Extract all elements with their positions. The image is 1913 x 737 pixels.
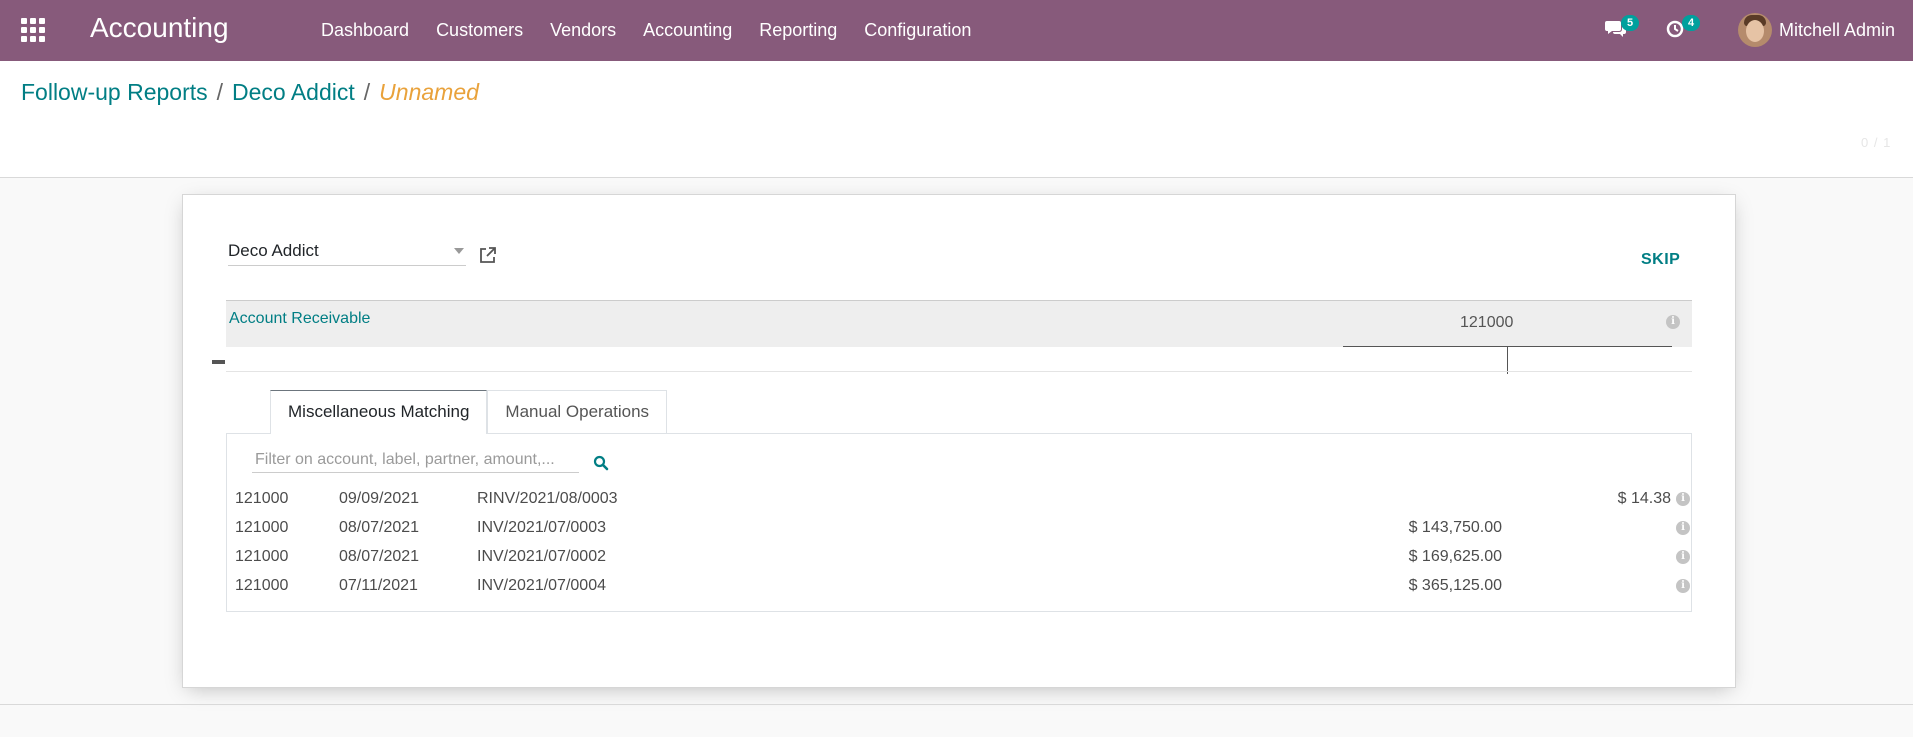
skip-button[interactable]: SKIP	[1641, 251, 1680, 269]
line-date: 08/07/2021	[339, 548, 420, 565]
menu-item-vendors[interactable]: Vendors	[550, 20, 616, 41]
partner-select-value: Deco Addict	[228, 241, 319, 260]
reconciliation-sheet: Deco Addict SKIP Account Receivable 1210…	[182, 194, 1736, 688]
menu-item-reporting[interactable]: Reporting	[759, 20, 837, 41]
partner-select[interactable]: Deco Addict	[228, 241, 466, 266]
info-icon[interactable]: i	[1676, 521, 1690, 535]
table-row[interactable]: 121000 08/07/2021 INV/2021/07/0003 $ 143…	[227, 516, 1693, 540]
info-icon[interactable]: i	[1676, 550, 1690, 564]
line-date: 08/07/2021	[339, 519, 420, 536]
line-label: INV/2021/07/0003	[477, 519, 606, 536]
line-date: 07/11/2021	[339, 577, 418, 594]
control-panel: Follow-up Reports / Deco Addict / Unname…	[0, 61, 1913, 178]
line-label: INV/2021/07/0004	[477, 577, 606, 594]
line-date: 09/09/2021	[339, 490, 420, 507]
matching-tabs: Miscellaneous Matching Manual Operations	[270, 390, 668, 434]
line-debit: $ 143,750.00	[1408, 519, 1502, 536]
bottom-divider	[0, 704, 1913, 705]
tab-miscellaneous-matching[interactable]: Miscellaneous Matching	[270, 390, 488, 434]
info-icon[interactable]: i	[1666, 315, 1680, 329]
messages-count-badge: 5	[1621, 15, 1640, 31]
minus-icon[interactable]	[212, 360, 225, 364]
activities-count-badge: 4	[1682, 15, 1701, 31]
table-row[interactable]: 121000 08/07/2021 INV/2021/07/0002 $ 169…	[227, 545, 1693, 569]
tab-manual-operations[interactable]: Manual Operations	[487, 390, 668, 433]
line-account: 121000	[235, 519, 289, 536]
menu-item-dashboard[interactable]: Dashboard	[321, 20, 409, 41]
account-receivable-row[interactable]: Account Receivable 121000 i	[226, 300, 1692, 347]
user-avatar[interactable]	[1738, 13, 1772, 47]
line-credit: $ 14.38	[1617, 490, 1671, 507]
breadcrumb-separator: /	[363, 79, 371, 105]
pager-value[interactable]: 0 / 1	[1861, 135, 1891, 150]
empty-balance-row	[226, 347, 1692, 372]
line-debit: $ 169,625.00	[1408, 548, 1502, 565]
chevron-down-icon	[454, 248, 464, 254]
filter-input[interactable]	[252, 447, 579, 473]
line-account: 121000	[235, 490, 289, 507]
line-account: 121000	[235, 548, 289, 565]
search-icon	[593, 455, 609, 471]
account-receivable-name[interactable]: Account Receivable	[229, 310, 370, 328]
external-link-button[interactable]	[479, 246, 497, 264]
apps-grid-icon[interactable]	[21, 18, 46, 42]
top-menu: Dashboard Customers Vendors Accounting R…	[321, 20, 998, 41]
messages-button[interactable]: 5	[1605, 15, 1640, 44]
line-account: 121000	[235, 577, 289, 594]
search-button[interactable]	[593, 455, 609, 471]
breadcrumb-current: Unnamed	[379, 79, 479, 105]
main-navbar: Accounting Dashboard Customers Vendors A…	[0, 0, 1913, 61]
matching-panel: 121000 09/09/2021 RINV/2021/08/0003 $ 14…	[226, 433, 1692, 612]
table-row[interactable]: 121000 07/11/2021 INV/2021/07/0004 $ 365…	[227, 574, 1693, 598]
activities-button[interactable]: 4	[1666, 15, 1701, 44]
line-label: RINV/2021/08/0003	[477, 490, 618, 507]
breadcrumb: Follow-up Reports / Deco Addict / Unname…	[21, 79, 479, 106]
breadcrumb-followup-reports[interactable]: Follow-up Reports	[21, 79, 208, 106]
table-row[interactable]: 121000 09/09/2021 RINV/2021/08/0003 $ 14…	[227, 487, 1693, 511]
app-brand[interactable]: Accounting	[90, 12, 229, 44]
menu-item-accounting[interactable]: Accounting	[643, 20, 732, 41]
breadcrumb-separator: /	[216, 79, 224, 105]
info-icon[interactable]: i	[1676, 579, 1690, 593]
external-link-icon	[480, 247, 496, 263]
menu-item-customers[interactable]: Customers	[436, 20, 523, 41]
breadcrumb-partner[interactable]: Deco Addict	[232, 79, 355, 106]
info-icon[interactable]: i	[1676, 492, 1690, 506]
line-label: INV/2021/07/0002	[477, 548, 606, 565]
menu-item-configuration[interactable]: Configuration	[864, 20, 971, 41]
account-receivable-code: 121000	[1460, 314, 1514, 331]
user-menu[interactable]: Mitchell Admin	[1779, 20, 1895, 41]
line-debit: $ 365,125.00	[1408, 577, 1502, 594]
